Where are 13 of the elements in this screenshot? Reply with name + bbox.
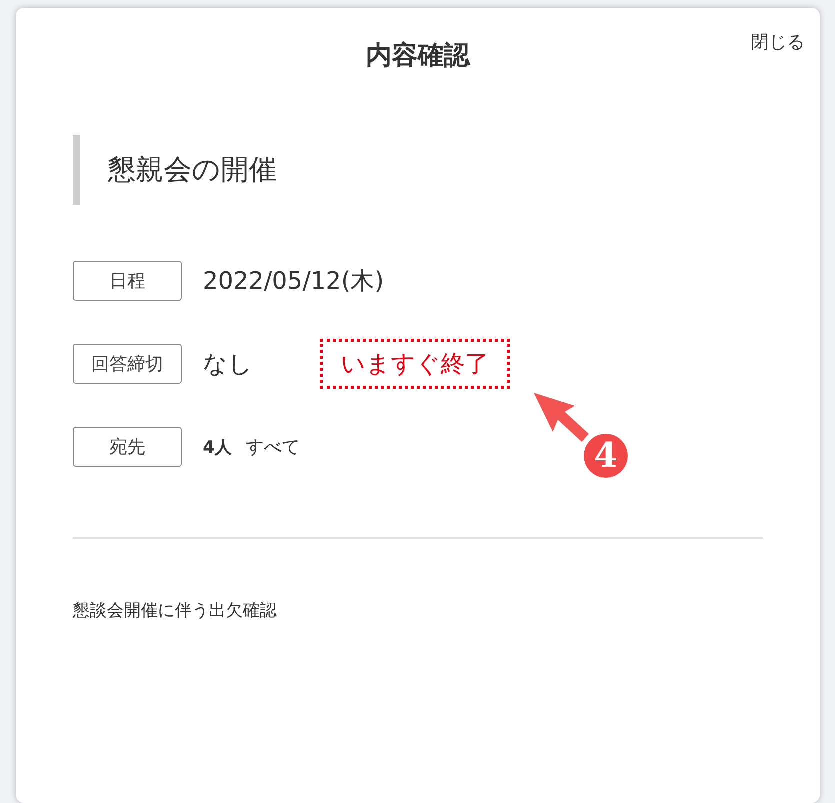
field-label: 日程 xyxy=(73,261,182,301)
pointer-arrow-icon xyxy=(533,392,591,444)
field-value: なし xyxy=(203,349,253,380)
description-text: 懇談会開催に伴う出欠確認 xyxy=(73,600,278,622)
section-heading: 懇親会の開催 xyxy=(73,135,763,205)
dialog-title: 内容確認 xyxy=(366,40,470,73)
step-marker: 4 xyxy=(584,434,628,478)
field-label: 回答締切 xyxy=(73,344,182,384)
close-button[interactable]: 閉じる xyxy=(751,30,805,54)
field-label: 宛先 xyxy=(73,427,182,467)
field-value: 2022/05/12(木) xyxy=(203,266,384,297)
field-value: すべて xyxy=(246,436,300,459)
recipient-count: 4人 xyxy=(203,436,232,458)
